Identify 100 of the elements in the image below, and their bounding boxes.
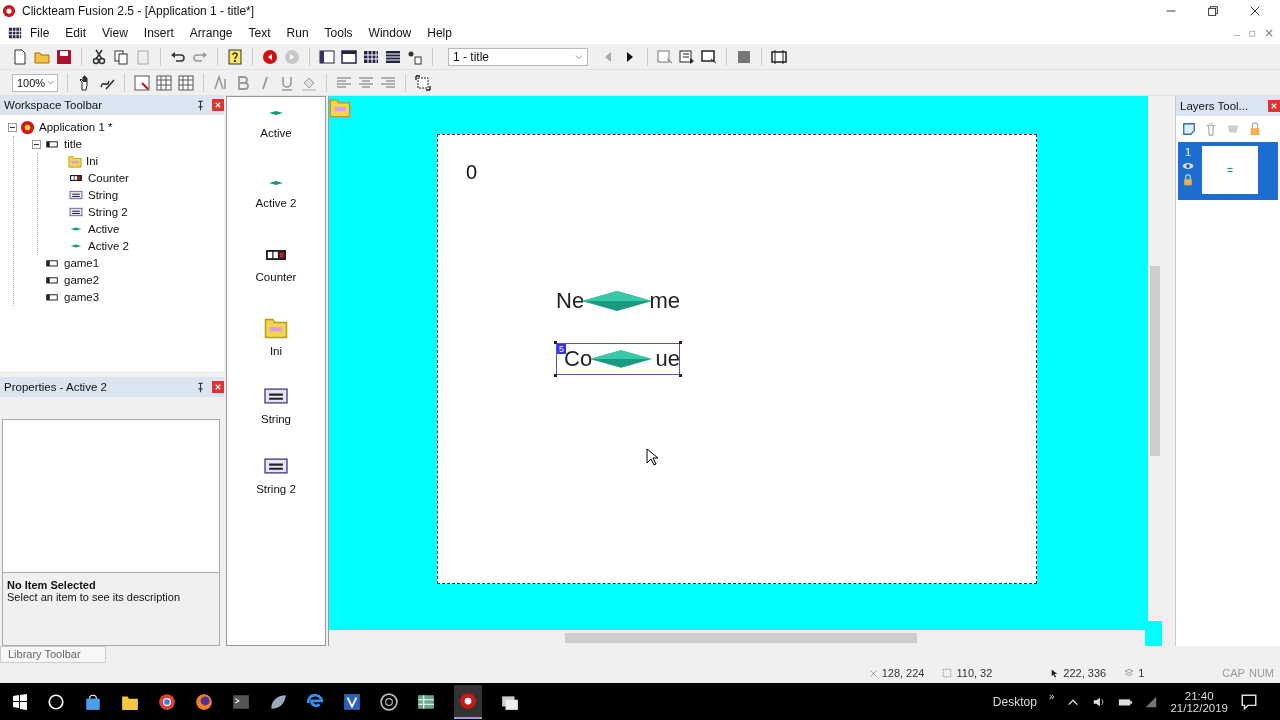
spreadsheet-icon[interactable]	[417, 692, 435, 711]
tree-item[interactable]: game3	[44, 291, 100, 304]
desktop-label[interactable]: Desktop	[992, 694, 1037, 709]
grid-snap-icon[interactable]	[134, 74, 150, 91]
status-text: CAP	[1222, 667, 1245, 679]
pointer-icon	[1050, 668, 1060, 678]
status-text: NUM	[1248, 667, 1274, 679]
chevron-label[interactable]: »	[1048, 691, 1055, 702]
pin-icon[interactable]	[195, 381, 206, 393]
text-object-icon	[261, 385, 291, 407]
zoom-dropdown[interactable]: 100%	[12, 73, 58, 92]
tree-item[interactable]: String	[68, 189, 119, 202]
text-object-icon	[68, 206, 84, 219]
text-fragment: ue	[655, 346, 680, 372]
horizontal-scrollbar[interactable]	[329, 630, 1145, 646]
text-fragment: me	[649, 288, 680, 314]
new-file-icon[interactable]	[12, 48, 28, 65]
leaf-icon[interactable]	[269, 692, 287, 711]
cut-icon[interactable]	[91, 48, 107, 65]
eye-icon[interactable]	[1182, 160, 1194, 172]
object-badge: 5	[557, 344, 566, 354]
tree-item[interactable]: title	[44, 138, 82, 151]
layer-number: 1	[1184, 146, 1192, 158]
size-icon	[942, 668, 953, 678]
menu-item[interactable]: Text	[240, 24, 279, 42]
text-object-icon	[68, 189, 84, 202]
save-icon[interactable]	[56, 48, 72, 65]
fit-icon[interactable]	[415, 74, 431, 91]
object-label[interactable]: Ini	[269, 345, 283, 357]
clock-time: 21:40	[1184, 689, 1214, 702]
tree-item[interactable]: Application 1 *	[20, 119, 113, 135]
panel-title: Workspace Toolbar	[4, 99, 103, 112]
grid-icon[interactable]	[363, 48, 379, 65]
aperture-icon[interactable]	[380, 692, 398, 711]
panel-title: Properties - Active 2	[4, 381, 108, 393]
menu-item[interactable]: Help	[419, 24, 460, 42]
tree-item[interactable]: Active	[68, 223, 120, 236]
menu-item[interactable]: Window	[360, 24, 420, 42]
status-text: 128, 224	[881, 667, 925, 679]
restore-icon[interactable]	[1206, 4, 1220, 18]
lock-icon[interactable]	[1182, 174, 1194, 186]
object-label[interactable]: Active 2	[255, 197, 297, 209]
terminal-icon[interactable]	[232, 692, 250, 711]
object-label[interactable]: String	[260, 413, 291, 425]
text-object-icon	[261, 455, 291, 477]
tree-item[interactable]: String 2	[68, 206, 128, 219]
editor-icon[interactable]	[701, 48, 717, 65]
copy-icon[interactable]	[113, 48, 129, 65]
close-icon[interactable]	[1248, 4, 1262, 18]
layer-item[interactable]: 1	[1178, 142, 1278, 200]
notification-icon[interactable]	[1240, 692, 1258, 711]
tree-item[interactable]: Counter	[68, 172, 129, 185]
window-icon[interactable]	[341, 48, 357, 65]
browser-icon[interactable]	[158, 692, 176, 711]
tree-item[interactable]: Active 2	[68, 240, 129, 253]
selection-box[interactable]	[556, 343, 680, 375]
menu-item[interactable]: Run	[278, 24, 317, 42]
tree-item[interactable]: game2	[44, 274, 100, 287]
move-icon	[868, 668, 878, 678]
square-icon[interactable]	[736, 48, 752, 65]
object-label[interactable]: Counter	[255, 271, 297, 283]
tree-item[interactable]: game1	[44, 257, 100, 270]
shopping-bag-icon[interactable]	[84, 692, 102, 711]
menu-item[interactable]: View	[94, 24, 136, 42]
library-tab[interactable]: Library Toolbar	[0, 646, 106, 663]
frame-icon	[44, 274, 60, 287]
expand-toggle[interactable]	[32, 139, 41, 149]
editor-icon[interactable]	[679, 48, 695, 65]
new-layer-icon[interactable]	[1182, 122, 1196, 136]
menu-item[interactable]: Tools	[316, 24, 361, 42]
start-icon[interactable]	[12, 693, 28, 710]
menu-item[interactable]: Arrange	[181, 24, 241, 42]
window-title: Clickteam Fusion 2.5 - [Application 1 - title*]	[22, 4, 256, 18]
frame-dropdown[interactable]: 1 - title	[448, 47, 588, 66]
object-label[interactable]: String 2	[256, 483, 296, 495]
back-circle-icon[interactable]	[262, 48, 278, 65]
panel-icon[interactable]	[319, 48, 335, 65]
object-label[interactable]: Active	[260, 127, 292, 139]
close-icon[interactable]	[1268, 100, 1280, 112]
help-icon[interactable]	[227, 48, 243, 65]
vertical-scrollbar[interactable]	[1148, 96, 1162, 621]
code-editor-icon[interactable]	[343, 692, 361, 711]
expand-toggle[interactable]	[8, 122, 17, 132]
frame-icon	[44, 257, 60, 270]
app-logo-icon[interactable]	[459, 691, 477, 710]
tree-item[interactable]: Ini	[68, 154, 99, 169]
rows-icon[interactable]	[385, 48, 401, 65]
menu-item[interactable]: Edit	[57, 24, 95, 42]
fox-browser-icon[interactable]	[195, 692, 213, 711]
folder-icon	[329, 96, 351, 118]
panel-title: Layers Tool...	[1180, 100, 1250, 112]
menu-item[interactable]: Insert	[135, 24, 182, 42]
close-icon[interactable]	[212, 99, 224, 112]
pin-icon[interactable]	[195, 99, 206, 111]
film-icon[interactable]	[771, 48, 787, 65]
search-icon[interactable]	[47, 692, 65, 711]
menu-item[interactable]: File	[22, 24, 58, 42]
grid-menu-icon[interactable]	[8, 26, 22, 40]
close-icon[interactable]	[212, 381, 224, 393]
diamond-sprite[interactable]	[582, 289, 652, 313]
